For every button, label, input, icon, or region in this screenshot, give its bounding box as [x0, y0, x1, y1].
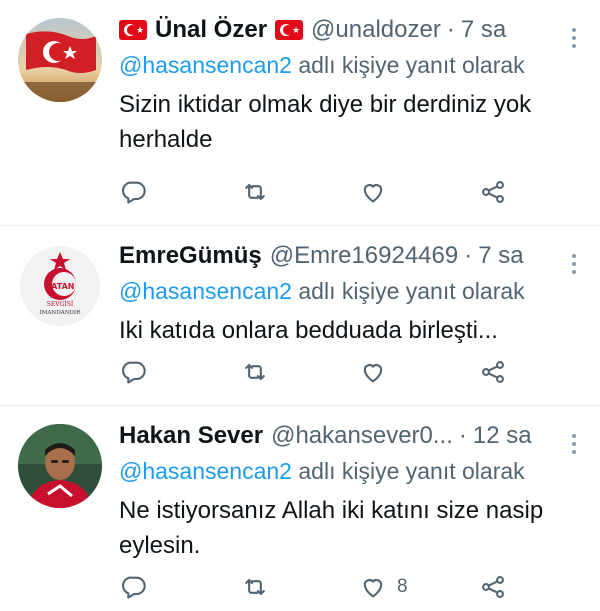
share-icon — [482, 576, 504, 598]
separator-dot: · — [446, 16, 455, 43]
tweet-text: Iki katıda onlara bedduada birleşti... — [119, 317, 498, 344]
reply-button[interactable] — [119, 178, 147, 206]
like-icon — [363, 184, 383, 203]
reply-context: @hasansencan2 adlı kişiye yanıt olarak — [119, 52, 580, 79]
retweet-button[interactable] — [241, 178, 269, 206]
reply-feed: ★ Ünal Özer ★ @unaldozer · 7 sa @hasanse… — [0, 0, 600, 611]
tweet-header: EmreGümüş @Emre16924469 · 7 sa — [119, 240, 580, 272]
like-count: 8 — [397, 576, 408, 597]
like-icon — [363, 579, 383, 598]
avatar[interactable] — [18, 424, 102, 508]
like-button[interactable] — [359, 358, 397, 386]
avatar-text-mid: SEVGİSİ — [47, 301, 74, 308]
share-button[interactable] — [479, 358, 507, 386]
share-icon — [482, 361, 504, 383]
reply-icon — [122, 361, 146, 384]
timestamp[interactable]: 12 sa — [473, 422, 532, 450]
reply-context-label: adlı kişiye yanıt olarak — [298, 458, 525, 484]
tweet-reply[interactable]: VATAN SEVGİSİ İMANDANDIR EmreGümüş @Emre… — [0, 226, 600, 406]
share-button[interactable] — [479, 178, 507, 206]
retweet-button[interactable] — [241, 573, 269, 601]
tweet-actions — [119, 178, 539, 206]
like-icon — [363, 364, 383, 383]
tweet-content: ★ Ünal Özer ★ @unaldozer · 7 sa @hasanse… — [119, 14, 580, 157]
user-handle[interactable]: @Emre16924469 — [270, 242, 458, 270]
tweet-content: EmreGümüş @Emre16924469 · 7 sa @hasansen… — [119, 240, 580, 348]
display-name[interactable]: Ünal Özer — [155, 16, 267, 44]
timestamp[interactable]: 7 sa — [478, 242, 523, 270]
timestamp[interactable]: 7 sa — [461, 16, 506, 44]
turkey-flag-icon: ★ — [275, 20, 304, 40]
reply-button[interactable] — [119, 358, 147, 386]
like-button[interactable]: 8 — [359, 573, 408, 601]
retweet-icon — [245, 578, 265, 596]
mention-link[interactable]: @hasansencan2 — [119, 458, 292, 484]
tweet-actions — [119, 358, 539, 386]
tweet-reply[interactable]: ★ Ünal Özer ★ @unaldozer · 7 sa @hasanse… — [0, 0, 600, 226]
retweet-icon — [245, 183, 265, 201]
user-handle[interactable]: @hakansever0... — [271, 422, 453, 450]
retweet-button[interactable] — [241, 358, 269, 386]
tweet-actions: 8 — [119, 573, 539, 601]
reply-button[interactable] — [119, 573, 147, 601]
tweet-header: Hakan Sever @hakansever0... · 12 sa — [119, 420, 580, 452]
avatar-text-top: VATAN — [46, 282, 75, 291]
reply-icon — [122, 576, 146, 599]
retweet-icon — [245, 363, 265, 381]
share-icon — [482, 181, 504, 203]
separator-dot: · — [464, 242, 473, 269]
avatar[interactable] — [18, 18, 102, 102]
reply-icon — [122, 181, 146, 204]
reply-context-label: adlı kişiye yanıt olarak — [298, 278, 525, 304]
turkey-flag-icon: ★ — [119, 20, 147, 40]
tweet-reply[interactable]: Hakan Sever @hakansever0... · 12 sa @has… — [0, 406, 600, 611]
display-name[interactable]: Hakan Sever — [119, 422, 263, 450]
reply-context: @hasansencan2 adlı kişiye yanıt olarak — [119, 278, 580, 305]
reply-context-label: adlı kişiye yanıt olarak — [298, 52, 525, 78]
tweet-content: Hakan Sever @hakansever0... · 12 sa @has… — [119, 420, 580, 563]
mention-link[interactable]: @hasansencan2 — [119, 52, 292, 78]
user-handle[interactable]: @unaldozer — [311, 16, 441, 44]
avatar[interactable]: VATAN SEVGİSİ İMANDANDIR — [18, 244, 102, 328]
tweet-text: Ne istiyorsanız Allah iki katını size na… — [119, 497, 544, 559]
avatar-text-bottom: İMANDANDIR — [40, 309, 81, 316]
display-name[interactable]: EmreGümüş — [119, 242, 262, 270]
share-button[interactable] — [479, 573, 507, 601]
reply-context: @hasansencan2 adlı kişiye yanıt olarak — [119, 458, 580, 485]
tweet-text: Sizin iktidar olmak diye bir derdiniz yo… — [119, 91, 532, 153]
mention-link[interactable]: @hasansencan2 — [119, 278, 292, 304]
like-button[interactable] — [359, 178, 397, 206]
tweet-header: ★ Ünal Özer ★ @unaldozer · 7 sa — [119, 14, 580, 46]
separator-dot: · — [458, 422, 467, 449]
